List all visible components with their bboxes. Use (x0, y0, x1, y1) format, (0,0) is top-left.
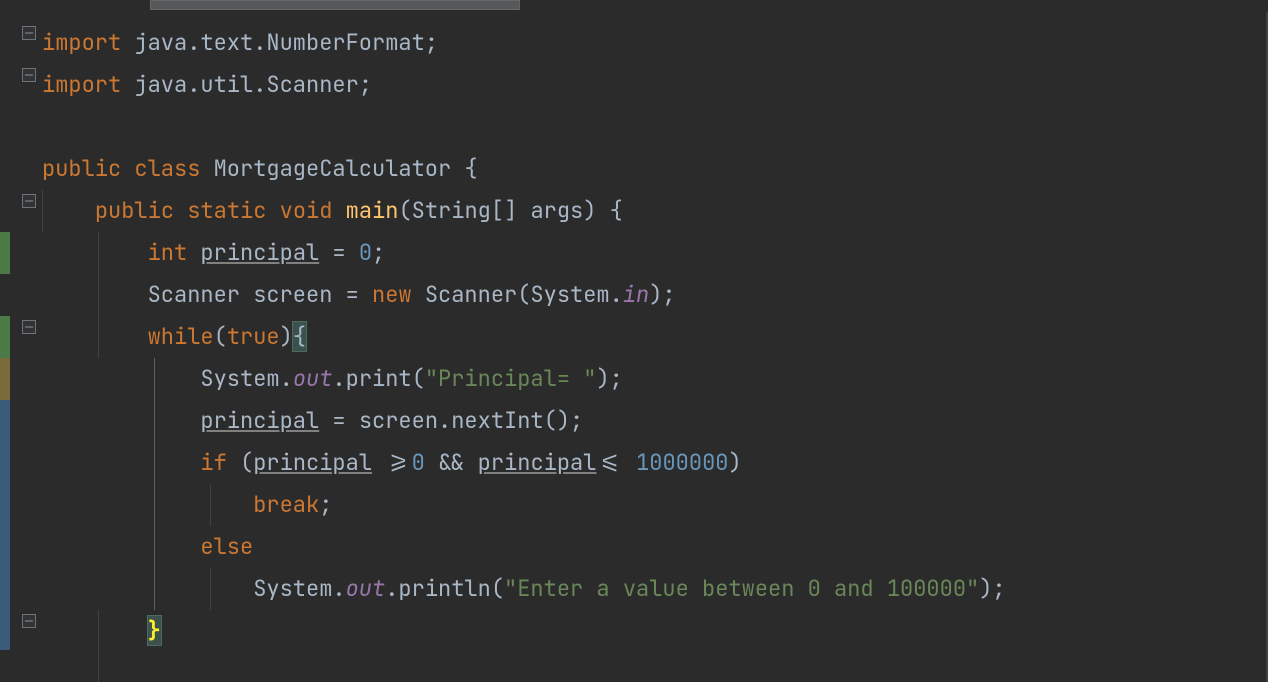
code-line[interactable]: import java.util.Scanner; (42, 64, 1268, 106)
fold-toggle-icon[interactable] (20, 318, 38, 336)
fold-toggle-icon[interactable] (20, 24, 38, 42)
vcs-change-marker[interactable] (0, 358, 10, 400)
code-line[interactable]: int principal = 0; (42, 232, 1268, 274)
code-line[interactable]: else (42, 526, 1268, 568)
code-line[interactable] (42, 652, 1268, 682)
code-line[interactable]: principal = screen.nextInt(); (42, 400, 1268, 442)
code-line[interactable]: public static void main(String[] args) { (42, 190, 1268, 232)
horizontal-scrollbar[interactable] (150, 0, 520, 10)
code-line[interactable] (42, 106, 1268, 148)
code-line[interactable]: System.out.println("Enter a value betwee… (42, 568, 1268, 610)
code-editor[interactable]: import java.text.NumberFormat; import ja… (0, 0, 1268, 682)
keyword-import: import (42, 70, 134, 99)
vcs-change-marker[interactable] (0, 400, 10, 650)
code-line[interactable]: if (principal >=0 && principal<= 1000000… (42, 442, 1268, 484)
code-line[interactable]: while(true){ (42, 316, 1268, 358)
fold-toggle-icon[interactable] (20, 66, 38, 84)
fold-toggle-icon[interactable] (20, 192, 38, 210)
matched-brace: } (148, 616, 161, 645)
editor-gutter[interactable] (0, 0, 42, 682)
code-line[interactable]: public class MortgageCalculator { (42, 148, 1268, 190)
code-line[interactable]: Scanner screen = new Scanner(System.in); (42, 274, 1268, 316)
fold-toggle-icon[interactable] (20, 612, 38, 630)
keyword-import: import (42, 28, 134, 57)
code-line[interactable]: import java.text.NumberFormat; (42, 22, 1268, 64)
vcs-change-marker[interactable] (0, 232, 10, 274)
code-area[interactable]: import java.text.NumberFormat; import ja… (42, 0, 1268, 682)
code-line[interactable]: System.out.print("Principal= "); (42, 358, 1268, 400)
matched-brace: { (293, 322, 306, 351)
code-line[interactable]: break; (42, 484, 1268, 526)
vcs-change-marker[interactable] (0, 316, 10, 358)
code-line[interactable]: } (42, 610, 1268, 652)
